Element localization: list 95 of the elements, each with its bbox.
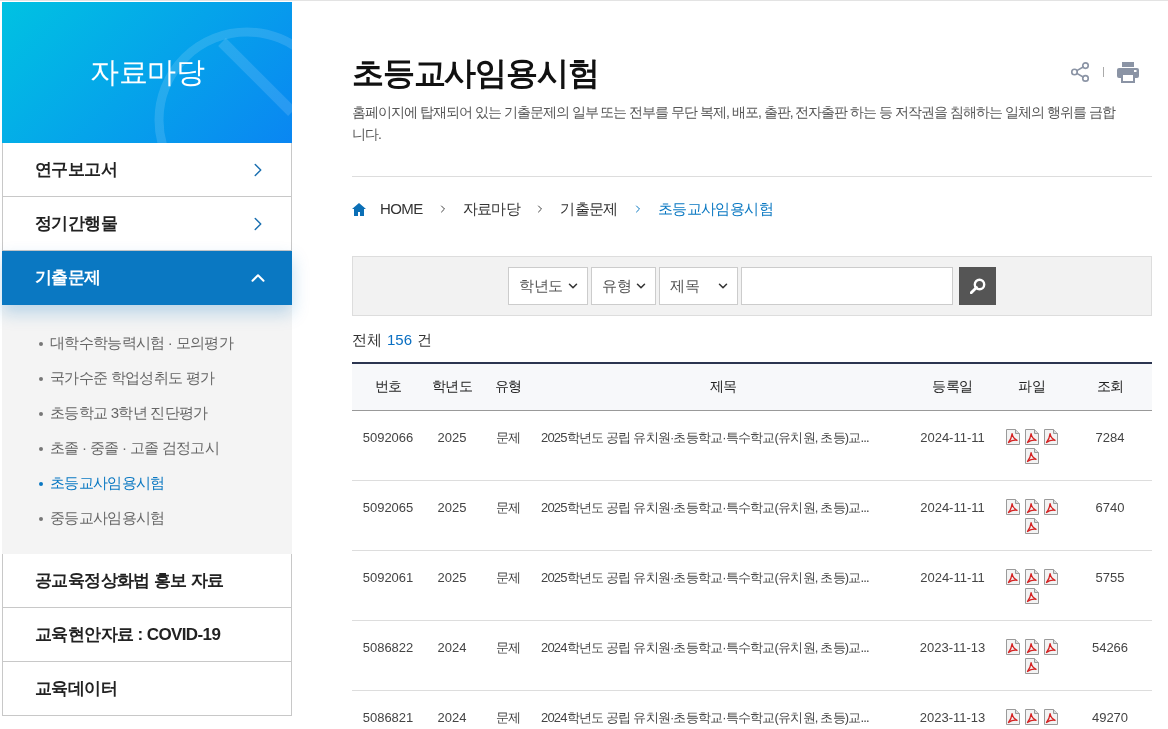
title-link[interactable]: 2025학년도 공립 유치원·초등학교·특수학교(유치원, 초등)교... — [536, 550, 910, 620]
table-cell: 5092065 — [352, 480, 424, 550]
pdf-file-icon[interactable] — [1023, 428, 1040, 445]
table-cell: 2023-11-13 — [910, 620, 995, 690]
submenu-item[interactable]: 국가수준 학업성취도 평가 — [2, 361, 292, 396]
column-header: 제목 — [536, 363, 910, 410]
breadcrumb-link[interactable]: 기출문제 — [560, 197, 618, 221]
pdf-file-icon[interactable] — [1004, 428, 1021, 445]
submenu-item[interactable]: 대학수학능력시험 · 모의평가 — [2, 326, 292, 361]
print-icon — [1116, 61, 1140, 83]
pdf-file-icon[interactable] — [1023, 638, 1040, 655]
sidebar-menu-item[interactable]: 정기간행물 — [2, 197, 292, 251]
title-link[interactable]: 2024학년도 공립 유치원·초등학교·특수학교(유치원, 초등)교... — [536, 620, 910, 690]
table-cell: 문제 — [480, 690, 536, 729]
pdf-file-icon[interactable] — [1023, 447, 1040, 464]
pdf-file-icon[interactable] — [1042, 568, 1059, 585]
search-button[interactable] — [959, 267, 996, 305]
pdf-file-icon[interactable] — [1042, 708, 1059, 725]
pdf-file-icon[interactable] — [1004, 568, 1021, 585]
submenu-item[interactable]: 초등교사임용시험 — [2, 466, 292, 501]
pdf-file-icon[interactable] — [1042, 428, 1059, 445]
sidebar-menu-item[interactable]: 교육현안자료 : COVID-19 — [2, 608, 292, 662]
breadcrumb-link[interactable]: 자료마당 — [462, 197, 521, 221]
submenu-item[interactable]: 중등교사임용시험 — [2, 501, 292, 536]
total-label: 전체 — [352, 330, 382, 350]
pdf-file-icon[interactable] — [1023, 568, 1040, 585]
bullet-icon — [39, 516, 43, 521]
page-title: 초등교사임용시험 — [352, 54, 599, 93]
table-cell: 49270 — [1068, 690, 1152, 729]
pdf-file-icon[interactable] — [1023, 708, 1040, 725]
table-cell: 2024-11-11 — [910, 550, 995, 620]
sidebar-menu-item[interactable]: 교육데이터 — [2, 662, 292, 716]
column-header: 학년도 — [424, 363, 480, 410]
table-cell: 2024-11-11 — [910, 480, 995, 550]
table-cell: 5755 — [1068, 550, 1152, 620]
table-cell: 5092061 — [352, 550, 424, 620]
share-icon — [1069, 61, 1091, 83]
total-count: 156 — [387, 330, 413, 350]
share-button[interactable] — [1069, 61, 1091, 83]
table-cell: 문제 — [480, 480, 536, 550]
table-cell: 7284 — [1068, 410, 1152, 480]
pdf-file-icon[interactable] — [1042, 638, 1059, 655]
table-cell: 2023-11-13 — [910, 690, 995, 729]
table-cell: 2024-11-11 — [910, 410, 995, 480]
sidebar-menu-item[interactable]: 공교육정상화법 홍보 자료 — [2, 554, 292, 608]
breadcrumb-link[interactable]: 초등교사임용시험 — [657, 197, 774, 221]
table-cell: 문제 — [480, 410, 536, 480]
pdf-file-icon[interactable] — [1004, 498, 1021, 515]
total-unit: 건 — [417, 330, 433, 350]
pdf-file-icon[interactable] — [1004, 638, 1021, 655]
bullet-icon — [39, 376, 43, 381]
filter-select[interactable]: 유형 — [591, 267, 656, 305]
column-header: 번호 — [352, 363, 424, 410]
bullet-icon — [39, 446, 43, 451]
table-cell: 6740 — [1068, 480, 1152, 550]
filter-select[interactable]: 학년도 — [508, 267, 588, 305]
copyright-notice: 홈페이지에 탑재되어 있는 기출문제의 일부 또는 전부를 무단 복제, 배포, 출판, 전자출판 하는 등 저작권을 침해하는 일체의 행위를 금합니다. — [352, 103, 1117, 144]
column-header: 등록일 — [910, 363, 995, 410]
table-cell: 2025 — [424, 410, 480, 480]
sidebar-title: 자료마당 — [90, 54, 204, 90]
title-link[interactable]: 2025학년도 공립 유치원·초등학교·특수학교(유치원, 초등)교... — [536, 410, 910, 480]
pdf-file-icon[interactable] — [1042, 498, 1059, 515]
table-cell: 5092066 — [352, 410, 424, 480]
table-cell: 2025 — [424, 480, 480, 550]
sidebar-menu-item[interactable]: 연구보고서 — [2, 143, 292, 197]
sidebar-menu-item[interactable]: 기출문제 — [2, 251, 292, 305]
bullet-icon — [39, 411, 43, 416]
bullet-icon — [39, 341, 43, 346]
table-cell: 5086821 — [352, 690, 424, 729]
search-icon — [969, 278, 986, 294]
search-input[interactable] — [741, 267, 953, 305]
table-cell: 문제 — [480, 550, 536, 620]
filter-select[interactable]: 제목 — [659, 267, 738, 305]
print-button[interactable] — [1116, 61, 1140, 83]
table-cell: 문제 — [480, 620, 536, 690]
table-cell: 2024 — [424, 690, 480, 729]
pdf-file-icon[interactable] — [1023, 587, 1040, 604]
table-cell: 2024 — [424, 620, 480, 690]
column-header: 조회 — [1068, 363, 1152, 410]
submenu-item[interactable]: 초등학교 3학년 진단평가 — [2, 396, 292, 431]
breadcrumb-link[interactable]: HOME — [380, 197, 423, 221]
submenu-item[interactable]: 초졸 · 중졸 · 고졸 검정고시 — [2, 431, 292, 466]
pdf-file-icon[interactable] — [1023, 498, 1040, 515]
column-header: 파일 — [995, 363, 1068, 410]
pdf-file-icon[interactable] — [1023, 657, 1040, 674]
title-link[interactable]: 2025학년도 공립 유치원·초등학교·특수학교(유치원, 초등)교... — [536, 480, 910, 550]
table-cell: 2025 — [424, 550, 480, 620]
home-icon[interactable] — [352, 202, 366, 216]
table-cell: 54266 — [1068, 620, 1152, 690]
pdf-file-icon[interactable] — [1004, 708, 1021, 725]
table-cell: 5086822 — [352, 620, 424, 690]
title-link[interactable]: 2024학년도 공립 유치원·초등학교·특수학교(유치원, 초등)교... — [536, 690, 910, 729]
bullet-icon — [39, 481, 43, 486]
pdf-file-icon[interactable] — [1023, 517, 1040, 534]
column-header: 유형 — [480, 363, 536, 410]
